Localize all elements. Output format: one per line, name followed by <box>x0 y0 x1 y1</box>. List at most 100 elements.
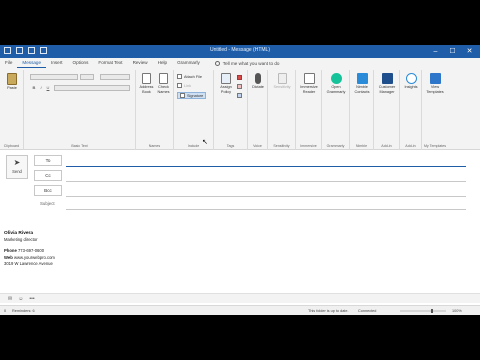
subject-field[interactable] <box>66 209 466 210</box>
tab-options[interactable]: Options <box>68 58 94 68</box>
link-icon <box>177 83 182 88</box>
tab-grammarly[interactable]: Grammarly <box>172 58 205 68</box>
attach-file-label: Attach File <box>184 74 202 79</box>
phone-value: 773-697-0600 <box>17 248 45 254</box>
flag-icon <box>237 75 242 80</box>
tab-message[interactable]: Message <box>17 58 47 68</box>
signature-web-line: Web www.yourwebpro.com <box>4 255 55 261</box>
tell-me-box[interactable]: Tell me what you want to do <box>214 60 280 66</box>
voice-group: Dictate Voice <box>248 70 268 150</box>
basic-text-group-label: Basic Text <box>71 144 88 148</box>
bcc-field[interactable] <box>66 196 466 197</box>
immersive-reader-button[interactable]: Immersive Reader <box>298 73 320 94</box>
to-field[interactable] <box>66 166 466 167</box>
tab-insert[interactable]: Insert <box>46 58 68 68</box>
voice-group-label: Voice <box>253 144 262 148</box>
maximize-button[interactable]: ☐ <box>444 45 461 58</box>
close-button[interactable]: ✕ <box>461 45 478 58</box>
send-icon: ➤ <box>13 158 21 167</box>
list-buttons[interactable] <box>100 74 130 80</box>
open-grammarly-button[interactable]: Open Grammarly <box>324 73 348 94</box>
importance-high-button[interactable] <box>237 84 242 89</box>
tab-help[interactable]: Help <box>153 58 172 68</box>
immersive-group-label: Immersive <box>300 144 317 148</box>
lightbulb-icon <box>214 60 220 66</box>
link-label: Link <box>184 83 191 88</box>
policy-icon <box>221 73 231 84</box>
reminders-status[interactable]: Reminders: 6 <box>12 309 35 313</box>
my-templates-group: View Templates My Templates <box>422 70 448 150</box>
alignment-buttons[interactable] <box>54 85 130 91</box>
minimize-button[interactable]: – <box>427 45 444 58</box>
underline-button[interactable]: U <box>45 85 51 90</box>
tell-me-text: Tell me what you want to do <box>222 60 280 66</box>
nimble-group-label: Nimble <box>355 144 368 148</box>
font-size-box[interactable] <box>80 74 94 80</box>
tab-format-text[interactable]: Format Text <box>93 58 127 68</box>
tab-review[interactable]: Review <box>128 58 153 68</box>
send-button[interactable]: ➤ Send <box>6 155 28 179</box>
nimble-contacts-button[interactable]: Nimble Contacts <box>351 73 373 94</box>
bold-button[interactable]: B <box>31 85 37 90</box>
view-templates-button[interactable]: View Templates <box>424 73 446 94</box>
cc-field[interactable] <box>66 181 466 182</box>
signature-button[interactable]: Signature <box>177 92 207 99</box>
font-name-box[interactable] <box>30 74 78 80</box>
customer-manager-label: Customer Manager <box>378 85 396 94</box>
paste-button[interactable]: Paste <box>3 73 21 91</box>
nimble-group: Nimble Contacts Nimble <box>350 70 374 150</box>
to-button[interactable]: To <box>34 155 62 166</box>
bcc-button[interactable]: Bcc <box>34 185 62 196</box>
basic-text-group: B I U Basic Text <box>24 70 136 150</box>
sensitivity-group-label: Sensitivity <box>273 144 290 148</box>
open-grammarly-label: Open Grammarly <box>326 85 346 94</box>
flag-button[interactable] <box>237 75 242 80</box>
zoom-slider[interactable] <box>398 308 448 314</box>
immersive-reader-label: Immersive Reader <box>300 85 318 94</box>
customer-manager-group: Customer Manager Add-in <box>374 70 400 150</box>
italic-button[interactable]: I <box>38 85 44 90</box>
zoom-percent: 100% <box>452 309 462 313</box>
assign-policy-button[interactable]: Assign Policy <box>216 73 236 94</box>
address-book-button[interactable]: Address Book <box>138 73 155 94</box>
cc-button[interactable]: Cc <box>34 170 62 181</box>
include-group: Attach File Link Signature Include <box>174 70 214 150</box>
signature-block[interactable]: Olivia Rivera Marketing director Phone 7… <box>4 231 55 267</box>
title-bar: Untitled - Message (HTML) – ☐ ✕ <box>0 45 480 58</box>
mail-icon[interactable]: ✉ <box>8 296 12 302</box>
dictate-button[interactable]: Dictate <box>249 73 267 90</box>
tags-group: Assign Policy Tags <box>214 70 248 150</box>
check-names-button[interactable]: Check Names <box>155 73 172 94</box>
customer-manager-button[interactable]: Customer Manager <box>376 73 398 94</box>
sensitivity-label: Sensitivity <box>273 85 291 89</box>
address-book-icon <box>142 73 151 84</box>
immersive-reader-icon <box>303 73 315 84</box>
microphone-icon <box>255 73 261 84</box>
dictate-label: Dictate <box>252 85 264 89</box>
sensitivity-button[interactable]: Sensitivity <box>270 73 294 90</box>
names-group: Address Book Check Names Names <box>136 70 174 150</box>
more-icon[interactable]: ••• <box>29 296 34 302</box>
tab-file[interactable]: File <box>0 58 17 68</box>
grammarly-group: Open Grammarly Grammarly <box>322 70 350 150</box>
insights-icon <box>405 73 417 84</box>
check-names-icon <box>159 73 168 84</box>
navigation-bar: ✉ ☺ ••• <box>0 293 480 303</box>
importance-low-button[interactable] <box>237 93 242 98</box>
insights-label: Insights <box>404 85 418 89</box>
signature-address: 3019 W Lawrence Avenue <box>4 260 53 266</box>
window-title: Untitled - Message (HTML) <box>209 47 270 53</box>
immersive-group: Immersive Reader Immersive <box>296 70 322 150</box>
address-book-label: Address Book <box>139 85 154 94</box>
templates-icon <box>429 73 441 84</box>
link-button[interactable]: Link <box>177 83 191 88</box>
tags-group-label: Tags <box>226 144 235 148</box>
sensitivity-icon <box>277 73 287 84</box>
send-label: Send <box>12 169 22 174</box>
customer-manager-icon <box>381 73 393 84</box>
insights-group: Insights Add-in <box>400 70 422 150</box>
web-value[interactable]: www.yourwebpro.com <box>14 255 55 260</box>
insights-button[interactable]: Insights <box>401 73 421 90</box>
attach-file-button[interactable]: Attach File <box>177 74 202 79</box>
people-icon[interactable]: ☺ <box>18 296 23 302</box>
